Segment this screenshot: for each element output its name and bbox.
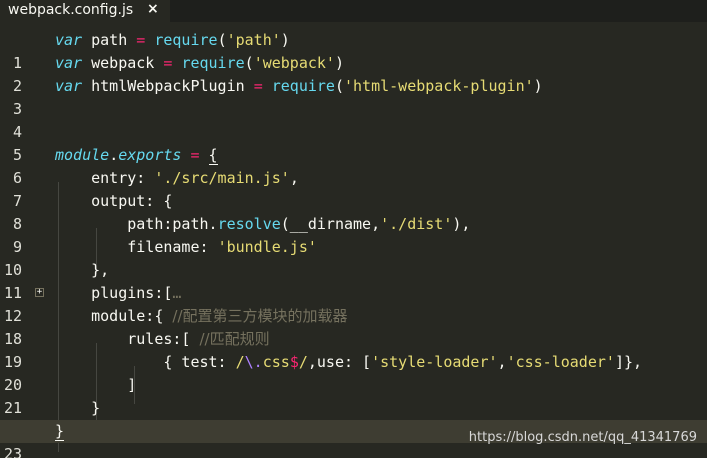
- tab-webpack-config[interactable]: webpack.config.js ×: [0, 0, 170, 22]
- line-content: path:path.resolve(__dirname,'./dist'),: [127, 215, 471, 233]
- code-line: 10 filename: 'bundle.js': [0, 236, 707, 279]
- line-content: output: {: [91, 192, 173, 210]
- tab-title[interactable]: webpack.config.js: [8, 1, 133, 19]
- close-icon[interactable]: ×: [147, 0, 159, 18]
- line-content: module:{ //配置第三方模块的加载器: [91, 307, 348, 325]
- line-number: 23: [3, 445, 22, 458]
- line-content: var webpack = require('webpack'): [55, 54, 344, 72]
- matched-bracket: }: [55, 422, 65, 441]
- code-line: 8 output: {: [0, 190, 707, 233]
- code-line: 1 var path = require('path'): [0, 29, 707, 72]
- line-content: { test: /\.css$/,use: ['style-loader','c…: [163, 353, 643, 371]
- tab-bar: webpack.config.js ×: [0, 0, 707, 22]
- code-line: 4: [0, 98, 707, 141]
- line-content: rules:[ //匹配规则: [127, 330, 270, 348]
- code-line: 9 path:path.resolve(__dirname,'./dist'),: [0, 213, 707, 256]
- line-content: plugins:[…: [91, 284, 182, 302]
- line-content: }: [55, 420, 65, 443]
- matched-bracket: {: [208, 146, 218, 165]
- watermark: https://blog.csdn.net/qq_41341769: [468, 430, 697, 445]
- line-content: module.exports = {: [55, 146, 218, 165]
- code-line: 22 }: [0, 397, 707, 440]
- code-line: 19 rules:[ //匹配规则: [0, 328, 707, 371]
- code-line: 18 module:{ //配置第三方模块的加载器: [0, 305, 707, 348]
- code-line: 20 { test: /\.css$/,use: ['style-loader'…: [0, 351, 707, 394]
- fold-expand-icon[interactable]: +: [35, 288, 44, 297]
- line-content: },: [91, 261, 110, 279]
- code-line: 5: [0, 121, 707, 164]
- code-line: 3 var htmlWebpackPlugin = require('html-…: [0, 75, 707, 118]
- code-line: 2 var webpack = require('webpack'): [0, 52, 707, 95]
- folded-ellipsis[interactable]: …: [172, 284, 181, 302]
- code-line: 12 + plugins:[…: [0, 282, 707, 325]
- code-line: 21 ]: [0, 374, 707, 417]
- line-content: var path = require('path'): [55, 31, 290, 49]
- line-content: ]: [127, 376, 137, 394]
- line-content: var htmlWebpackPlugin = require('html-we…: [55, 77, 543, 95]
- line-content: entry: './src/main.js',: [91, 169, 299, 187]
- code-editor[interactable]: 1 var path = require('path') 2 var webpa…: [0, 29, 707, 458]
- code-line: 11 },: [0, 259, 707, 302]
- code-line: 6 module.exports = {: [0, 144, 707, 187]
- code-line: 7 entry: './src/main.js',: [0, 167, 707, 210]
- line-content: }: [91, 399, 101, 417]
- line-content: filename: 'bundle.js': [127, 238, 317, 256]
